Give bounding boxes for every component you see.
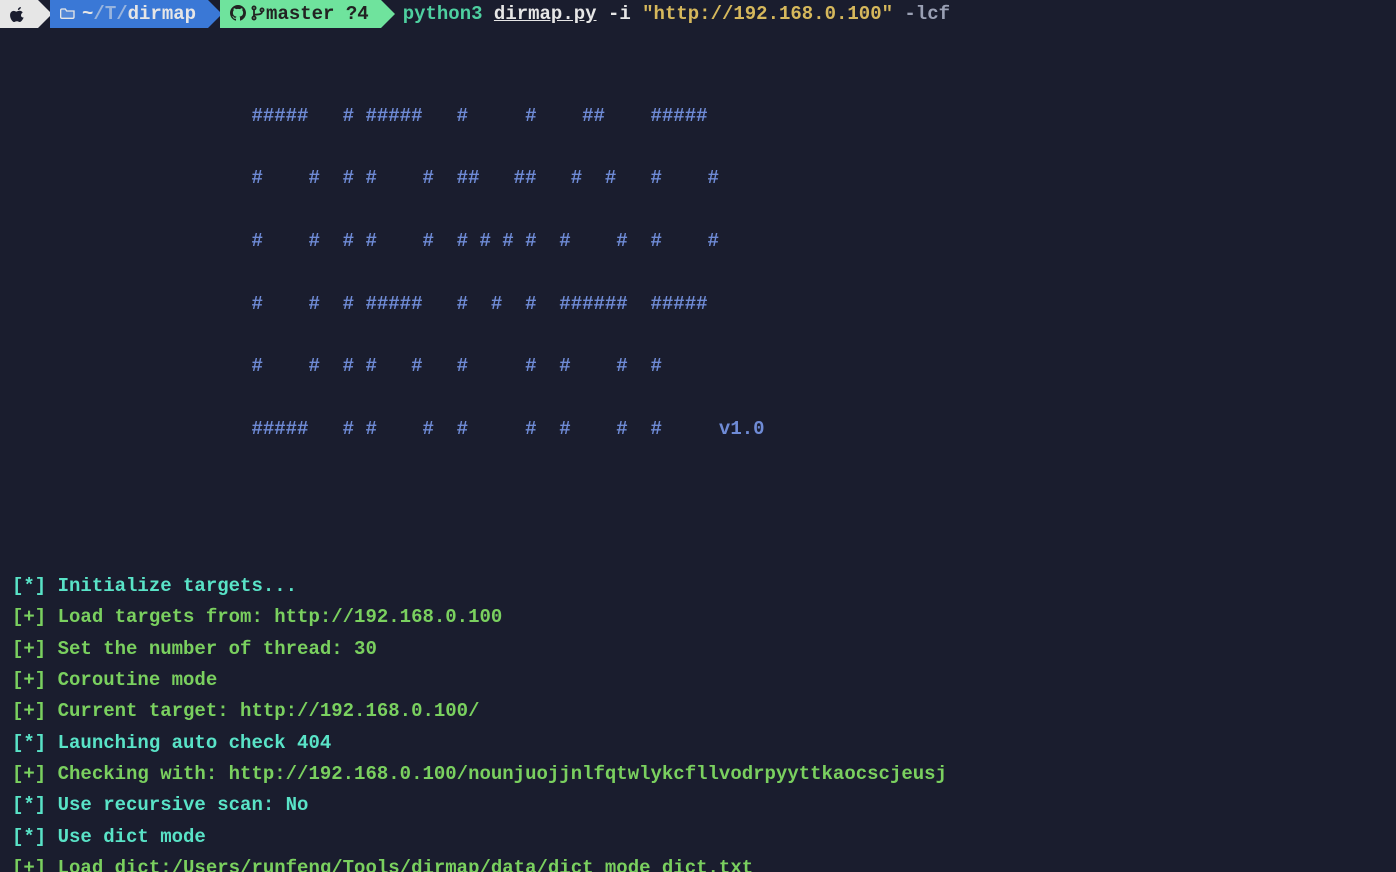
status-line: [+] Current target: http://192.168.0.100… <box>12 696 1384 727</box>
status-line: [*] Launching auto check 404 <box>12 728 1384 759</box>
cmd-url: "http://192.168.0.100" <box>642 3 893 25</box>
status-line: [*] Use dict mode <box>12 822 1384 853</box>
prompt-bar: ~/T/dirmap master ?4 python3 dirmap.py -… <box>0 0 1396 28</box>
ascii-line: # # # ##### # # # ###### ##### <box>12 289 1384 320</box>
status-line: [+] Checking with: http://192.168.0.100/… <box>12 759 1384 790</box>
ascii-line: # # # # # # # # # # # # # <box>12 226 1384 257</box>
path-sep-2: / <box>116 3 127 25</box>
ascii-line: # # # # # ## ## # # # # <box>12 163 1384 194</box>
status-line: [+] Load targets from: http://192.168.0.… <box>12 602 1384 633</box>
apple-icon <box>10 6 26 22</box>
branch-icon <box>250 3 266 25</box>
command-line[interactable]: python3 dirmap.py -i "http://192.168.0.1… <box>393 0 950 28</box>
log-output: [*] Initialize targets...[+] Load target… <box>12 571 1384 872</box>
status-line: [*] Use recursive scan: No <box>12 790 1384 821</box>
git-segment: master ?4 <box>220 0 381 28</box>
status-line: [+] Set the number of thread: 30 <box>12 634 1384 665</box>
ascii-line: ##### # # # # # # # # v1.0 <box>12 414 1384 445</box>
status-line: [+] Coroutine mode <box>12 665 1384 696</box>
terminal-output[interactable]: ##### # ##### # # ## ##### # # # # # ## … <box>0 28 1396 872</box>
path-sep-1: / <box>93 3 104 25</box>
cmd-file: dirmap.py <box>494 3 597 25</box>
git-status: ?4 <box>346 3 369 25</box>
ascii-banner: ##### # ##### # # ## ##### # # # # # ## … <box>12 69 1384 476</box>
folder-icon <box>60 3 76 25</box>
path-tail: dirmap <box>128 3 196 25</box>
apple-segment <box>0 0 38 28</box>
cmd-python: python3 <box>403 3 483 25</box>
path-tilde: ~ <box>82 3 93 25</box>
path-segment: ~/T/dirmap <box>50 0 208 28</box>
cmd-args-post: -lcf <box>893 3 950 25</box>
cmd-args-pre: -i <box>597 3 643 25</box>
ascii-line: ##### # ##### # # ## ##### <box>12 101 1384 132</box>
status-line: [+] Load dict:/Users/runfeng/Tools/dirma… <box>12 853 1384 872</box>
status-line: [*] Initialize targets... <box>12 571 1384 602</box>
banner-version: v1.0 <box>719 418 765 440</box>
git-branch: master <box>266 3 334 25</box>
github-icon <box>230 3 246 25</box>
path-mid: T <box>105 3 116 25</box>
ascii-line: # # # # # # # # # # <box>12 351 1384 382</box>
